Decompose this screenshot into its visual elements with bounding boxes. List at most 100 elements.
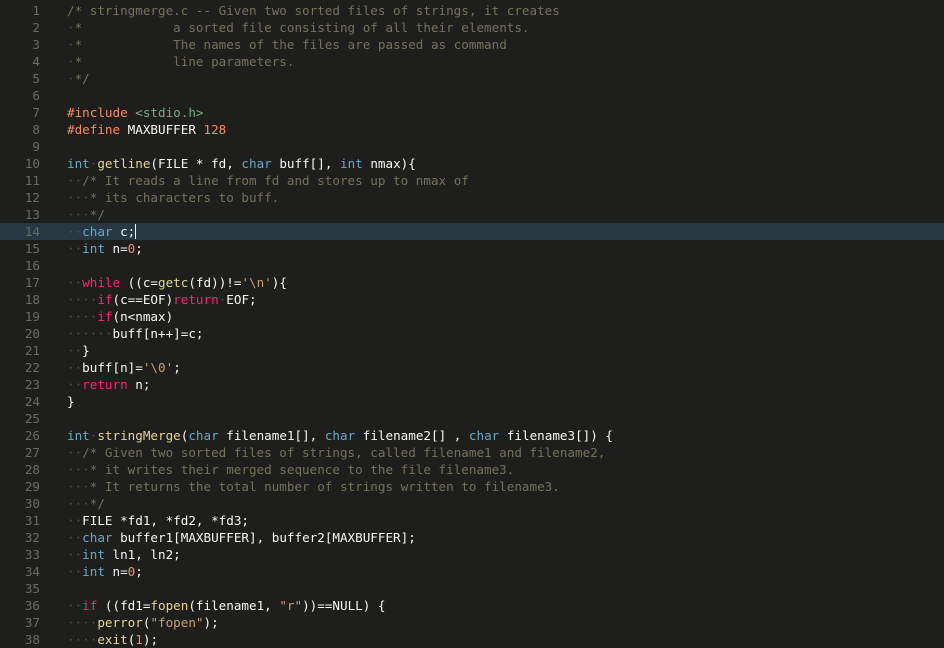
- code-text[interactable]: ··while ((c=getc(fd))!='\n'){: [67, 274, 287, 291]
- code-line[interactable]: 18 ····if(c==EOF)return·EOF;: [0, 291, 944, 308]
- code-text[interactable]: ··int n=0;: [67, 240, 143, 257]
- code-line[interactable]: 29 ···* It returns the total number of st…: [0, 478, 944, 495]
- code-line[interactable]: 14 ··char c;: [0, 223, 944, 240]
- code-text[interactable]: ····if(n<nmax): [67, 308, 173, 325]
- code-line[interactable]: 35: [0, 580, 944, 597]
- code-text[interactable]: #include <stdio.h>: [67, 104, 204, 121]
- code-text[interactable]: ······buff[n++]=c;: [67, 325, 204, 342]
- code-token: MAXBUFFER: [120, 122, 204, 137]
- code-line[interactable]: 19 ····if(n<nmax): [0, 308, 944, 325]
- code-text[interactable]: ··char c;: [67, 223, 137, 240]
- code-line[interactable]: 5 ·*/: [0, 70, 944, 87]
- code-line[interactable]: 6: [0, 87, 944, 104]
- code-token: */: [74, 71, 90, 86]
- code-line[interactable]: 2 ·* a sorted file consisting of all thei…: [0, 19, 944, 36]
- code-line[interactable]: 7 #include <stdio.h>: [0, 104, 944, 121]
- code-token: char: [468, 428, 500, 443]
- code-line[interactable]: 37 ····perror("fopen");: [0, 614, 944, 631]
- code-text[interactable]: ··}: [67, 342, 90, 359]
- code-token: * It returns the total number of strings…: [89, 479, 560, 494]
- line-number: 6: [32, 88, 40, 103]
- code-text[interactable]: ···*/: [67, 206, 105, 223]
- line-number: 3: [32, 37, 40, 52]
- code-text[interactable]: ····exit(1);: [67, 631, 158, 648]
- line-number: 35: [24, 581, 40, 596]
- code-line[interactable]: 11 ··/* It reads a line from fd and store…: [0, 172, 944, 189]
- code-line[interactable]: 8 #define MAXBUFFER 128: [0, 121, 944, 138]
- code-line[interactable]: 25: [0, 410, 944, 427]
- code-text[interactable]: ··/* It reads a line from fd and stores …: [67, 172, 469, 189]
- code-editor[interactable]: 1 /* stringmerge.c -- Given two sorted fi…: [0, 0, 944, 648]
- code-token: '\0': [142, 360, 174, 375]
- line-number: 20: [24, 326, 40, 341]
- code-text[interactable]: ··/* Given two sorted files of strings, …: [67, 444, 605, 461]
- code-text[interactable]: ·* line parameters.: [67, 53, 294, 70]
- code-line[interactable]: 27 ··/* Given two sorted files of strings…: [0, 444, 944, 461]
- code-line[interactable]: 20 ······buff[n++]=c;: [0, 325, 944, 342]
- code-line[interactable]: 1 /* stringmerge.c -- Given two sorted fi…: [0, 2, 944, 19]
- code-text[interactable]: ··char buffer1[MAXBUFFER], buffer2[MAXBU…: [67, 529, 416, 546]
- code-line[interactable]: 15 ··int n=0;: [0, 240, 944, 257]
- code-line[interactable]: 38 ····exit(1);: [0, 631, 944, 648]
- line-number: 25: [24, 411, 40, 426]
- code-text[interactable]: ·* a sorted file consisting of all their…: [67, 19, 530, 36]
- code-line[interactable]: 22 ··buff[n]='\0';: [0, 359, 944, 376]
- code-line[interactable]: 30 ···*/: [0, 495, 944, 512]
- code-line[interactable]: 16: [0, 257, 944, 274]
- code-token: int: [67, 156, 90, 171]
- code-line[interactable]: 32 ··char buffer1[MAXBUFFER], buffer2[MAX…: [0, 529, 944, 546]
- line-number: 33: [24, 547, 40, 562]
- code-line[interactable]: 12 ···* its characters to buff.: [0, 189, 944, 206]
- code-line[interactable]: 28 ···* it writes their merged sequence t…: [0, 461, 944, 478]
- code-text[interactable]: ···*/: [67, 495, 105, 512]
- code-text[interactable]: /* stringmerge.c -- Given two sorted fil…: [67, 2, 560, 19]
- code-line[interactable]: 17 ··while ((c=getc(fd))!='\n'){: [0, 274, 944, 291]
- code-text[interactable]: ··return n;: [67, 376, 150, 393]
- code-token: FILE *fd1, *fd2, *fd3;: [82, 513, 249, 528]
- code-text[interactable]: ····perror("fopen");: [67, 614, 219, 631]
- code-token: buffer1[MAXBUFFER], buffer2[MAXBUFFER];: [112, 530, 416, 545]
- code-token: */: [89, 496, 105, 511]
- code-token: ··: [67, 173, 83, 188]
- code-line[interactable]: 13 ···*/: [0, 206, 944, 223]
- code-token: (FILE * fd,: [150, 156, 242, 171]
- code-token: char: [324, 428, 356, 443]
- code-text[interactable]: ··int n=0;: [67, 563, 143, 580]
- code-text[interactable]: ···* its characters to buff.: [67, 189, 279, 206]
- code-token: /* It reads a line from fd and stores up…: [82, 173, 469, 188]
- code-token: ((fd1=: [97, 598, 151, 613]
- code-line[interactable]: 10 int·getline(FILE * fd, char buff[], in…: [0, 155, 944, 172]
- code-line[interactable]: 33 ··int ln1, ln2;: [0, 546, 944, 563]
- code-text[interactable]: int·stringMerge(char filename1[], char f…: [67, 427, 613, 444]
- code-text[interactable]: ··int ln1, ln2;: [67, 546, 181, 563]
- code-text[interactable]: ··if ((fd1=fopen(filename1, "r"))==NULL)…: [67, 597, 386, 614]
- code-line[interactable]: 23 ··return n;: [0, 376, 944, 393]
- code-text[interactable]: ····if(c==EOF)return·EOF;: [67, 291, 257, 308]
- code-line[interactable]: 31 ··FILE *fd1, *fd2, *fd3;: [0, 512, 944, 529]
- code-text[interactable]: ··buff[n]='\0';: [67, 359, 181, 376]
- code-text[interactable]: ···* it writes their merged sequence to …: [67, 461, 514, 478]
- code-line[interactable]: 4 ·* line parameters.: [0, 53, 944, 70]
- code-token: int: [82, 547, 105, 562]
- code-text[interactable]: ·*/: [67, 70, 90, 87]
- code-token: ····: [67, 292, 98, 307]
- code-line[interactable]: 36 ··if ((fd1=fopen(filename1, "r"))==NUL…: [0, 597, 944, 614]
- line-number: 21: [24, 343, 40, 358]
- code-text[interactable]: ···* It returns the total number of stri…: [67, 478, 560, 495]
- code-token: if: [97, 292, 113, 307]
- code-line[interactable]: 9: [0, 138, 944, 155]
- code-token: ;: [135, 241, 143, 256]
- code-text[interactable]: }: [67, 393, 75, 410]
- code-text[interactable]: ·* The names of the files are passed as …: [67, 36, 507, 53]
- code-line[interactable]: 26 int·stringMerge(char filename1[], char…: [0, 427, 944, 444]
- code-line[interactable]: 3 ·* The names of the files are passed as…: [0, 36, 944, 53]
- code-text[interactable]: #define MAXBUFFER 128: [67, 121, 226, 138]
- code-token: 1: [135, 632, 143, 647]
- code-text[interactable]: ··FILE *fd1, *fd2, *fd3;: [67, 512, 249, 529]
- code-line[interactable]: 21 ··}: [0, 342, 944, 359]
- code-line[interactable]: 34 ··int n=0;: [0, 563, 944, 580]
- code-text[interactable]: int·getline(FILE * fd, char buff[], int …: [67, 155, 416, 172]
- line-number: 2: [32, 20, 40, 35]
- code-line[interactable]: 24}: [0, 393, 944, 410]
- code-token: ··: [67, 445, 83, 460]
